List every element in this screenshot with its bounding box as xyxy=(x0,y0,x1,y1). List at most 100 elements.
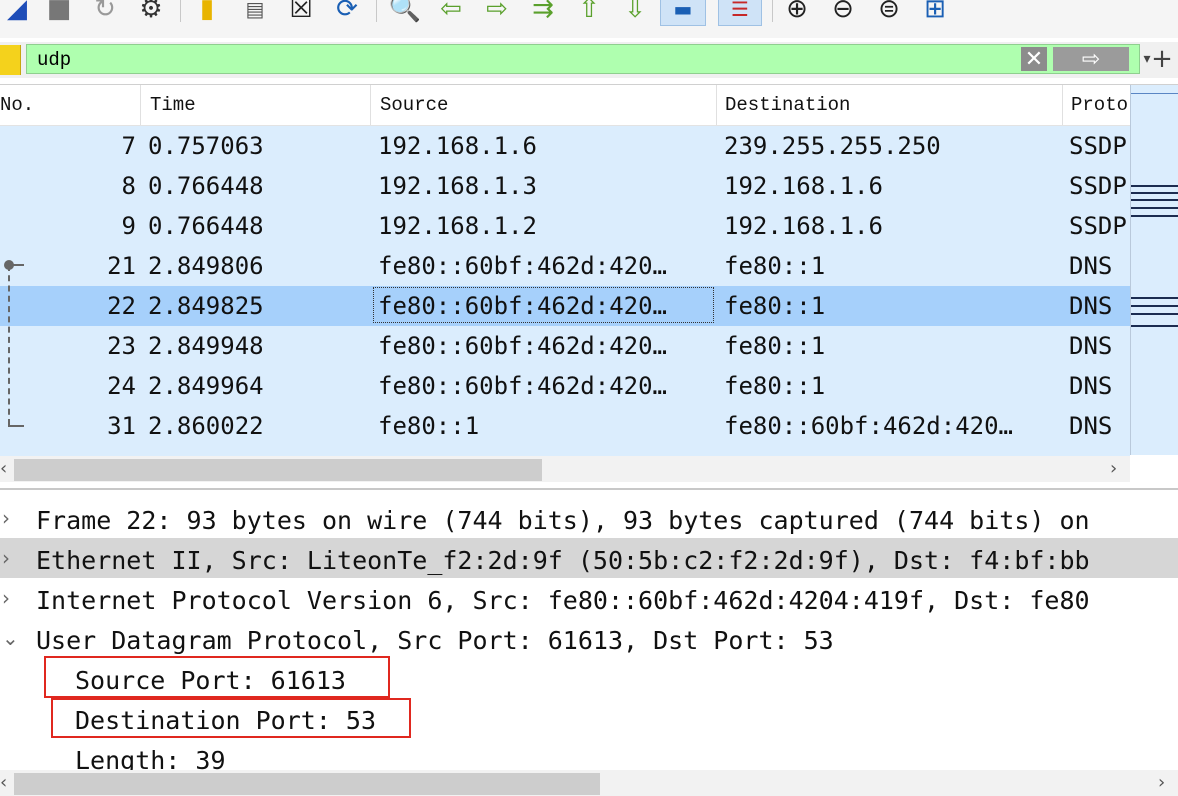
autoscroll-icon[interactable]: ▬ xyxy=(660,0,706,26)
minimap-mark xyxy=(1131,305,1178,307)
tree-item-ethernet[interactable]: › Ethernet II, Src: LiteonTe_f2:2d:9f (5… xyxy=(0,538,1178,578)
packet-source: fe80::60bf:462d:420… xyxy=(378,332,667,360)
display-filter-bar: udp ✕ ⇨ ▾ + xyxy=(0,42,1178,78)
packet-source: 192.168.1.2 xyxy=(378,212,537,240)
details-hscrollbar[interactable]: ‹ › xyxy=(0,770,1178,796)
display-filter-text: udp xyxy=(37,49,72,71)
go-to-packet-icon[interactable]: ⇉ xyxy=(526,0,560,26)
find-icon[interactable]: 🔍 xyxy=(388,0,422,26)
save-file-icon[interactable]: ▤ xyxy=(238,0,272,26)
highlight-box-source-port xyxy=(44,656,390,698)
options-icon[interactable]: ⚙ xyxy=(134,0,168,26)
go-back-icon[interactable]: ⇦ xyxy=(434,0,468,26)
packet-protocol: DNS xyxy=(1069,412,1113,440)
zoom-in-icon[interactable]: ⊕ xyxy=(780,0,814,26)
column-header-source[interactable]: Source xyxy=(380,94,448,116)
packet-protocol: DNS xyxy=(1069,252,1113,280)
minimap-mark xyxy=(1131,313,1178,315)
scrollbar-thumb[interactable] xyxy=(14,459,542,481)
packet-protocol: DNS xyxy=(1069,332,1113,360)
focused-cell-outline xyxy=(373,287,714,323)
stop-icon[interactable]: ■ xyxy=(42,0,76,26)
packet-row[interactable]: 9 0.766448 192.168.1.2 192.168.1.6 SSDP xyxy=(0,206,1130,246)
packet-source: fe80::1 xyxy=(378,412,480,440)
packet-time: 2.849825 xyxy=(148,292,264,320)
expand-chevron-icon[interactable]: › xyxy=(2,586,20,610)
minimap-mark xyxy=(1131,207,1178,209)
tree-item-label: Internet Protocol Version 6, Src: fe80::… xyxy=(36,586,1090,615)
packet-time: 0.766448 xyxy=(148,212,264,240)
minimap-mark xyxy=(1131,185,1178,187)
minimap-mark xyxy=(1131,325,1178,327)
packet-row[interactable]: 24 2.849964 fe80::60bf:462d:420… fe80::1… xyxy=(0,366,1130,406)
packet-source: 192.168.1.6 xyxy=(378,132,537,160)
packet-time: 0.766448 xyxy=(148,172,264,200)
reload-icon[interactable]: ↻ xyxy=(88,0,122,26)
first-packet-icon[interactable]: ⇧ xyxy=(572,0,606,26)
packet-destination: 192.168.1.6 xyxy=(724,172,883,200)
tree-item-ipv6[interactable]: › Internet Protocol Version 6, Src: fe80… xyxy=(0,578,1178,618)
packet-time: 2.849964 xyxy=(148,372,264,400)
zoom-out-icon[interactable]: ⊖ xyxy=(826,0,860,26)
scroll-right-icon[interactable]: › xyxy=(1158,772,1165,793)
packet-time: 2.860022 xyxy=(148,412,264,440)
scrollbar-thumb[interactable] xyxy=(14,773,600,795)
go-forward-icon[interactable]: ⇨ xyxy=(480,0,514,26)
packet-minimap[interactable] xyxy=(1130,85,1178,455)
expand-chevron-icon[interactable]: › xyxy=(2,546,20,570)
tree-item-frame[interactable]: › Frame 22: 93 bytes on wire (744 bits),… xyxy=(0,498,1178,538)
packet-time: 0.757063 xyxy=(148,132,264,160)
display-filter-input[interactable]: udp ✕ ⇨ ▾ xyxy=(26,44,1151,74)
highlight-box-destination-port xyxy=(51,698,411,738)
packet-list-hscrollbar[interactable]: ‹ › xyxy=(0,456,1130,482)
packet-no: 8 xyxy=(121,172,136,200)
packet-no: 23 xyxy=(107,332,136,360)
packet-no: 9 xyxy=(121,212,136,240)
tree-item-udp[interactable]: ⌄ User Datagram Protocol, Src Port: 6161… xyxy=(0,618,1178,658)
column-header-destination[interactable]: Destination xyxy=(725,94,850,116)
packet-destination: fe80::60bf:462d:420… xyxy=(724,412,1013,440)
minimap-mark xyxy=(1131,215,1178,217)
toolbar-separator xyxy=(180,0,181,22)
collapse-chevron-icon[interactable]: ⌄ xyxy=(2,626,20,650)
shark-fin-icon[interactable]: ◢ xyxy=(0,0,34,26)
column-header-time[interactable]: Time xyxy=(150,94,196,116)
packet-row[interactable]: 31 2.860022 fe80::1 fe80::60bf:462d:420…… xyxy=(0,406,1130,446)
packet-protocol: DNS xyxy=(1069,292,1113,320)
scroll-left-icon[interactable]: ‹ xyxy=(0,458,7,479)
bookmark-icon[interactable] xyxy=(0,45,21,75)
expand-chevron-icon[interactable]: › xyxy=(2,506,20,530)
packet-row-selected[interactable]: 22 2.849825 fe80::60bf:462d:420… fe80::1… xyxy=(0,286,1130,326)
scroll-left-icon[interactable]: ‹ xyxy=(0,772,7,793)
column-header-protocol[interactable]: Proto xyxy=(1071,94,1128,116)
packet-no: 24 xyxy=(107,372,136,400)
resize-columns-icon[interactable]: ⊞ xyxy=(918,0,952,26)
packet-row[interactable]: 7 0.757063 192.168.1.6 239.255.255.250 S… xyxy=(0,126,1130,166)
packet-no: 22 xyxy=(107,292,136,320)
column-separator xyxy=(370,85,371,125)
column-separator xyxy=(716,85,717,125)
add-filter-button[interactable]: + xyxy=(1150,46,1174,72)
colorize-icon[interactable]: ☰ xyxy=(718,0,762,26)
tree-item-length[interactable]: Length: 39 xyxy=(0,738,1178,770)
zoom-normal-icon[interactable]: ⊜ xyxy=(872,0,906,26)
reload-file-icon[interactable]: ⟳ xyxy=(330,0,364,26)
packet-source: 192.168.1.3 xyxy=(378,172,537,200)
packet-row[interactable]: 21 2.849806 fe80::60bf:462d:420… fe80::1… xyxy=(0,246,1130,286)
packet-destination: 192.168.1.6 xyxy=(724,212,883,240)
minimap-mark xyxy=(1131,297,1178,299)
open-folder-icon[interactable]: ▮ xyxy=(190,0,224,26)
packet-destination: 239.255.255.250 xyxy=(724,132,941,160)
last-packet-icon[interactable]: ⇩ xyxy=(618,0,652,26)
column-header-no[interactable]: No. xyxy=(0,94,34,116)
clear-filter-button[interactable]: ✕ xyxy=(1021,47,1047,72)
packet-row[interactable]: 23 2.849948 fe80::60bf:462d:420… fe80::1… xyxy=(0,326,1130,366)
packet-time: 2.849948 xyxy=(148,332,264,360)
apply-filter-button[interactable]: ⇨ xyxy=(1053,47,1129,72)
packet-list: No. Time Source Destination Proto 7 0.75… xyxy=(0,84,1178,483)
scroll-right-icon[interactable]: › xyxy=(1110,458,1117,479)
packet-protocol: SSDP xyxy=(1069,172,1127,200)
close-file-icon[interactable]: ☒ xyxy=(284,0,318,26)
packet-row[interactable]: 8 0.766448 192.168.1.3 192.168.1.6 SSDP xyxy=(0,166,1130,206)
main-toolbar: ◢ ■ ↻ ⚙ ▮ ▤ ☒ ⟳ 🔍 ⇦ ⇨ ⇉ ⇧ ⇩ ▬ ☰ ⊕ ⊖ ⊜ ⊞ xyxy=(0,0,1178,38)
